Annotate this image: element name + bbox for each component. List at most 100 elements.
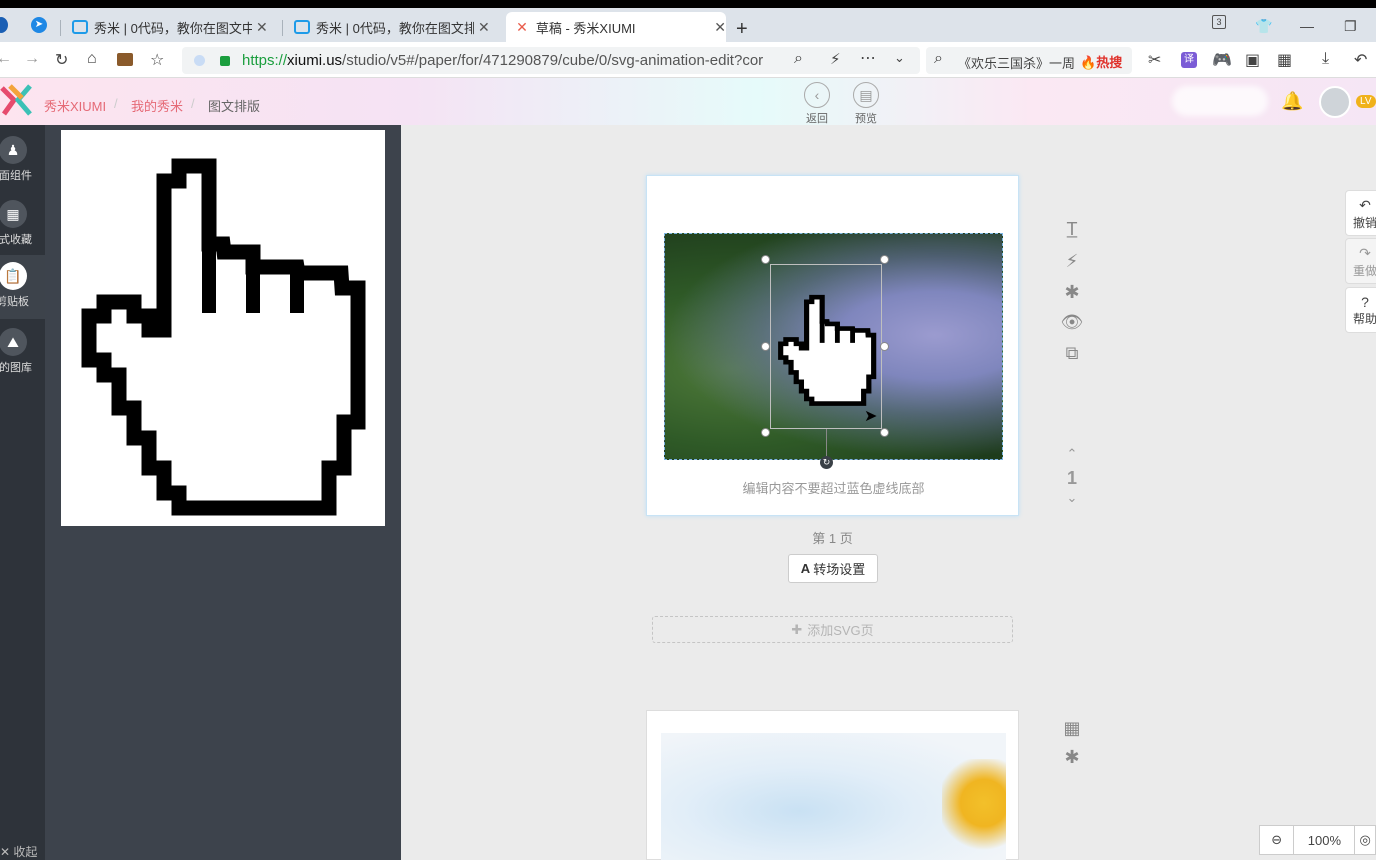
breadcrumb-home[interactable]: 秀米XIUMI [44,96,106,115]
back-arrow-icon[interactable]: ← [0,50,12,68]
resize-handle-br[interactable] [880,428,889,437]
sky-flower-photo[interactable] [661,733,1006,860]
zoom-control: ⊖ 100% ◎ [1259,825,1376,855]
xiumi-logo-icon[interactable] [0,84,34,118]
search-input[interactable]: 《欢乐三国杀》一周 [958,53,1076,72]
rotate-handle-icon[interactable]: ↻ [820,456,833,469]
tab-xiumi-2[interactable]: 秀米 | 0代码，教你在图文排版 ✕ [286,12,500,42]
add-svg-label: 添加SVG页 [807,623,874,638]
tab-label: 草稿 - 秀米XIUMI [535,20,636,36]
site-info-icon[interactable] [194,55,205,66]
more-icon[interactable]: ⋯ [860,48,876,68]
browser-tab-bar: ➤ 秀米 | 0代码，教你在图文中实 ✕ 秀米 | 0代码，教你在图文排版 ✕ … [0,8,1376,42]
translate-icon[interactable]: 译 [1181,52,1197,68]
redo-button[interactable]: ↷ 重做 [1345,238,1376,284]
lock-icon[interactable] [220,56,230,66]
forward-arrow-icon[interactable]: → [24,50,40,68]
zoom-icon[interactable]: ⌕ [794,50,803,68]
preview-icon: ▤ [853,82,879,108]
sidebar-item-favorites[interactable]: ▦ 样式收藏 [0,193,45,257]
download-icon[interactable]: ⤓ [1322,50,1329,68]
back-button[interactable]: ‹ 返回 [797,82,837,126]
home-icon[interactable]: ⌂ [87,50,97,68]
preview-label: 预览 [855,113,877,125]
transition-icon: A [800,561,811,576]
sidebar-item-gallery[interactable]: ⛰ 我的图库 [0,321,45,385]
bilibili-icon [294,20,310,34]
resize-handle-tr[interactable] [880,255,889,264]
restore-icon[interactable]: ❐ [1344,18,1357,35]
sidebar-item-label: 我的图库 [0,362,32,374]
chevron-down-icon[interactable]: ⌄ [894,50,905,66]
page-up-icon[interactable]: ⌃ [1064,446,1080,462]
transition-label: 转场设置 [813,562,866,577]
bell-icon[interactable]: 🔔 [1281,91,1303,112]
tab-label: 秀米 | 0代码，教你在图文排版 [316,20,474,36]
url-path: /studio/v5#/paper/for/471290879/cube/0/s… [342,52,764,69]
skin-icon[interactable]: 👕 [1255,18,1272,35]
pinned-tab-icon[interactable]: ➤ [31,17,47,33]
breadcrumb-current: 图文排版 [208,99,261,114]
sidebar-item-label: 样式收藏 [0,234,32,246]
gallery-icon: ⛰ [0,328,27,356]
scissors-icon[interactable]: ✂ [1148,50,1161,70]
back-circle-icon: ‹ [804,82,830,108]
page-down-icon[interactable]: ⌄ [1064,490,1080,506]
resize-handle-bl[interactable] [761,428,770,437]
close-tab-icon[interactable]: ✕ [478,19,490,36]
address-toolbar: ← → ↻ ⌂ ☆ https://xiumi.us/studio/v5#/pa… [0,42,1376,78]
zoom-value: 100% [1294,826,1356,854]
url-text[interactable]: https://xiumi.us/studio/v5#/paper/for/47… [242,52,788,69]
lightning-icon[interactable]: ⚡ [830,50,841,68]
hot-search-badge[interactable]: 🔥热搜 [1080,52,1122,71]
breadcrumb-my-xiumi[interactable]: 我的秀米 [131,96,183,115]
rotate-stem [826,429,827,457]
browser-logo-icon [0,17,8,33]
undo-label: 撤销 [1352,216,1376,230]
transition-settings-button[interactable]: A 转场设置 [788,554,878,583]
close-tab-icon[interactable]: ✕ [256,19,268,36]
help-button[interactable]: ? 帮助 [1345,287,1376,333]
zoom-fit-icon[interactable]: ◎ [1355,826,1375,854]
resize-handle-ml[interactable] [761,342,770,351]
game-icon[interactable]: 🎮 [1212,50,1232,70]
effect-tool-icon[interactable]: ✱ [1060,282,1084,303]
animation-tool-icon[interactable]: ⚡ [1060,251,1084,272]
new-tab-button[interactable]: + [736,18,748,41]
undo-icon[interactable]: ↶ [1354,50,1367,70]
add-svg-page-button[interactable]: ✚ 添加SVG页 [652,616,1013,643]
clipboard-item-hand-cursor[interactable] [61,130,385,526]
collapse-button[interactable]: ✕ 收起 [0,843,37,860]
tab-xiumi-1[interactable]: 秀米 | 0代码，教你在图文中实 ✕ [64,12,278,42]
tab-count-badge[interactable]: 3 [1212,15,1226,29]
apps-grid-icon[interactable]: ▦ [1277,50,1292,70]
close-tab-icon[interactable]: ✕ [714,19,726,36]
resize-handle-mr[interactable] [880,342,889,351]
blurred-user-name [1172,86,1268,116]
reader-icon[interactable]: ▣ [1245,50,1260,70]
selected-element-frame[interactable] [770,264,882,429]
reload-icon[interactable]: ↻ [55,50,68,70]
zoom-out-icon[interactable]: ⊖ [1260,826,1295,854]
avatar[interactable] [1319,86,1351,118]
effect-tool-icon[interactable]: ✱ [1060,747,1084,768]
sidebar-item-components[interactable]: ♟ 页面组件 [0,129,45,193]
url-bar[interactable]: https://xiumi.us/studio/v5#/paper/for/47… [182,47,920,74]
layout-tool-icon[interactable]: ▦ [1060,718,1084,739]
sidebar-item-clipboard[interactable]: 📋 剪贴板 [0,255,45,319]
briefcase-icon[interactable] [117,53,133,66]
undo-button[interactable]: ↶ 撤销 [1345,190,1376,236]
visibility-tool-icon[interactable]: 👁 [1060,312,1084,333]
help-label: 帮助 [1352,312,1376,326]
copy-tool-icon[interactable]: ⧉ [1060,343,1084,364]
tab-draft-active[interactable]: ✕ 草稿 - 秀米XIUMI ✕ [506,12,726,42]
preview-button[interactable]: ▤ 预览 [846,82,886,126]
xiumi-favicon-icon: ✕ [516,18,528,35]
search-bar[interactable]: ⌕ 《欢乐三国杀》一周 🔥热搜 [926,47,1132,74]
text-tool-icon[interactable]: T̲ [1060,219,1084,240]
resize-handle-tl[interactable] [761,255,770,264]
minimize-icon[interactable]: — [1300,18,1314,34]
favorites-icon[interactable]: ☆ [150,50,164,70]
window-top-edge [0,0,1376,8]
redo-label: 重做 [1352,264,1376,278]
